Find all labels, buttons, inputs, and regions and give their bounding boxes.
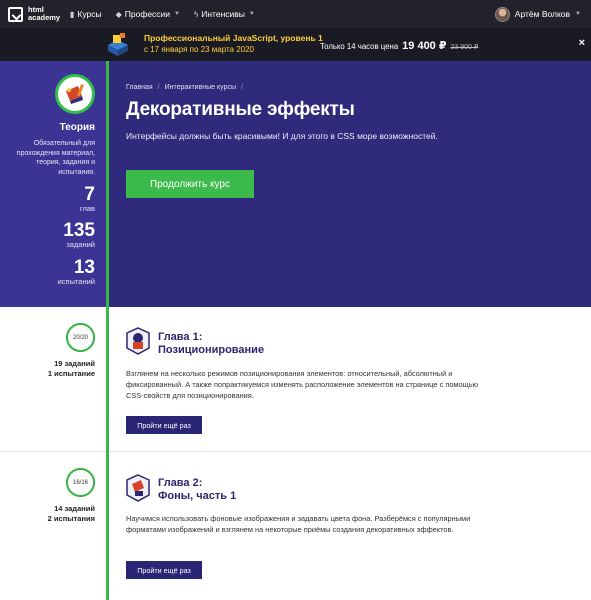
chevron-down-icon: ▼ [575, 11, 581, 17]
chapter-number: Глава 1: [158, 331, 203, 343]
chapter-tests-count: 2 испытания [47, 514, 95, 523]
close-icon[interactable]: × [579, 37, 585, 49]
stat-chapters: 7 глав [80, 185, 95, 213]
nav-item-intensives[interactable]: ϟ Интенсивы ▼ [194, 9, 255, 19]
stat-label: испытаний [57, 277, 95, 286]
chapter-name: Позиционирование [158, 344, 265, 356]
promo-illustration-icon [108, 33, 128, 56]
page-title: Декоративные эффекты [126, 99, 355, 120]
sidebar-description: Обязательный для прохождения материал, т… [16, 140, 95, 176]
chevron-down-icon: ▼ [248, 11, 255, 17]
stat-number: 13 [73, 257, 95, 278]
stat-tasks: 135 заданий [63, 221, 95, 249]
promo-banner[interactable]: Профессиональный JavaScript, уровень 1 с… [0, 28, 591, 61]
stat-label: заданий [66, 240, 95, 249]
chapter-progress-ring-overlay: 20/20 [66, 323, 95, 352]
backgrounds-chapter-icon [126, 474, 150, 502]
stat-number: 7 [84, 184, 95, 205]
chapter-tests-count: 1 испытание [47, 369, 95, 378]
breadcrumb: Главная / Интерактивные курсы / [126, 84, 248, 91]
theory-badge-icon [55, 74, 95, 114]
chapter-stats: 14 заданий 2 испытания [48, 504, 95, 524]
chapter-stats: 19 заданий 1 испытание [48, 359, 95, 379]
stat-number: 135 [63, 220, 95, 241]
sidebar-title: Теория [59, 122, 95, 133]
breadcrumb-item[interactable]: Интерактивные курсы [165, 84, 236, 91]
courses-icon: ▮ [70, 9, 75, 19]
user-name: Артём Волков [514, 9, 571, 19]
avatar [494, 6, 510, 22]
chevron-down-icon: ▼ [174, 11, 180, 17]
user-menu[interactable]: Артём Волков ▼ [494, 0, 581, 28]
chapter-name: Фоны, часть 1 [158, 490, 237, 502]
stat-tests: 13 испытаний [58, 258, 95, 286]
nav-item-label: Курсы [77, 9, 102, 19]
breadcrumb-separator: / [157, 84, 160, 91]
breadcrumb-item[interactable]: Главная [126, 84, 153, 91]
chapter-description: Взглянем на несколько режимов позиционир… [126, 369, 479, 400]
chapter-number: Глава 2: [158, 477, 203, 489]
chapter-tasks-count: 19 заданий [54, 359, 95, 368]
promo-offer: Только 14 часов цена 19 400 ₽ 23 900 ₽ [320, 39, 478, 52]
nav-item-professions[interactable]: ◆ Профессии ▼ [116, 9, 180, 19]
chapter-tasks-count: 14 заданий [54, 504, 95, 513]
logo-icon [8, 6, 23, 22]
nav-item-label: Профессии [124, 9, 171, 19]
retry-chapter-button[interactable]: Пройти ещё раз [126, 561, 202, 579]
promo-price: 19 400 ₽ [402, 40, 447, 52]
logo-text: html academy [28, 5, 61, 22]
professions-icon: ◆ [115, 9, 122, 19]
chapter-title[interactable]: Глава 1: Позиционирование [158, 331, 264, 357]
promo-dates: с 17 января по 23 марта 2020 [144, 45, 255, 54]
positioning-chapter-icon [126, 327, 150, 355]
retry-chapter-button[interactable]: Пройти ещё раз [126, 416, 202, 434]
continue-course-button[interactable]: Продолжить курс [126, 170, 254, 198]
stat-label: глав [79, 204, 95, 213]
promo-title[interactable]: Профессиональный JavaScript, уровень 1 [144, 33, 323, 43]
course-progress-line [106, 61, 109, 600]
lightning-icon: ϟ [194, 9, 199, 19]
course-hero: Теория Обязательный для прохождения мате… [0, 61, 591, 307]
theory-sidebar: Теория Обязательный для прохождения мате… [0, 61, 108, 307]
bucket-icon [66, 84, 84, 104]
breadcrumb-separator: / [241, 84, 243, 91]
nav-item-courses[interactable]: ▮ Курсы [70, 9, 102, 19]
promo-offer-text: Только 14 часов цена [320, 42, 399, 51]
page-subtitle: Интерфейсы должны быть красивыми! И для … [126, 131, 438, 141]
nav-item-label: Интенсивы [201, 9, 245, 19]
chapter-title[interactable]: Глава 2: Фоны, часть 1 [158, 477, 236, 503]
logo[interactable]: html academy [8, 6, 62, 22]
promo-old-price: 23 900 ₽ [450, 44, 479, 51]
top-navigation: html academy ▮ Курсы ◆ Профессии ▼ ϟ Инт… [0, 0, 591, 28]
chapter-description: Научимся использовать фоновые изображени… [126, 514, 471, 534]
chapter-progress-ring-overlay: 16/16 [66, 468, 95, 497]
